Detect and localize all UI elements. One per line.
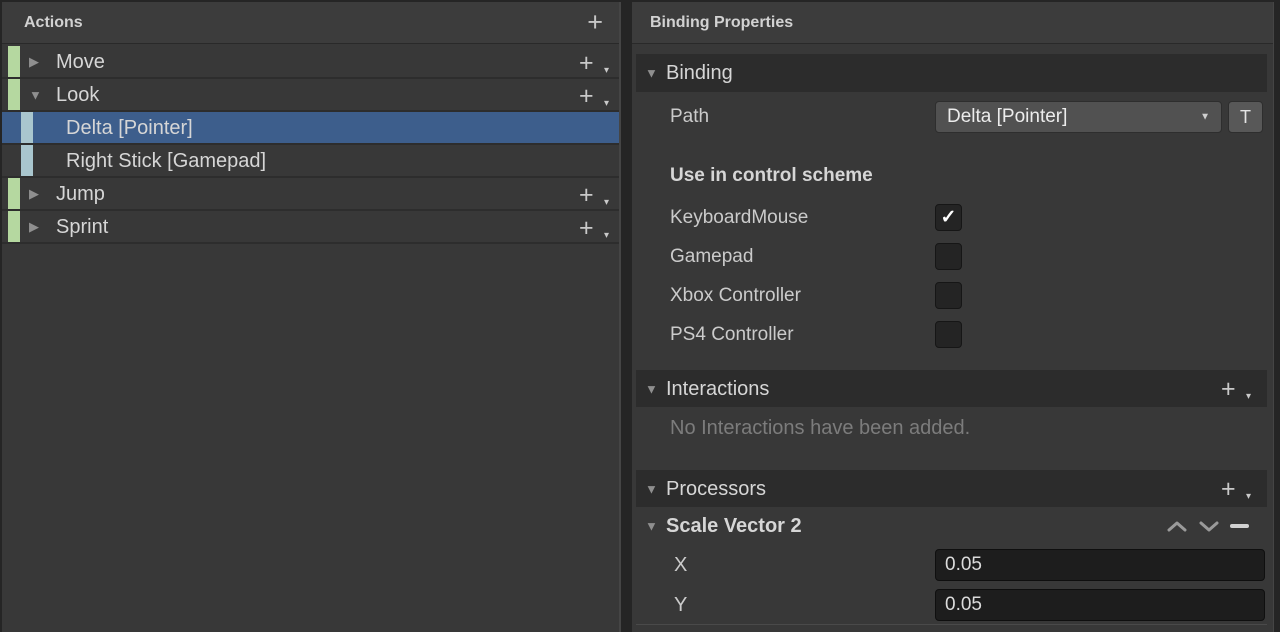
processors-section-title: Processors — [666, 470, 766, 508]
add-processor-button[interactable]: + ▾ — [1221, 474, 1247, 504]
add-binding-button[interactable]: + ▾ — [579, 81, 605, 111]
path-dropdown-value: Delta [Pointer] — [947, 102, 1067, 132]
binding-row-right-stick[interactable]: Right Stick [Gamepad] — [2, 145, 619, 178]
move-up-icon[interactable] — [1166, 519, 1188, 534]
foldout-expanded-icon[interactable]: ▼ — [645, 519, 658, 534]
add-binding-button[interactable]: + ▾ — [579, 48, 605, 78]
foldout-expanded-icon[interactable]: ▼ — [29, 87, 42, 102]
add-binding-button[interactable]: + ▾ — [579, 180, 605, 210]
plus-icon: + — [1221, 374, 1236, 404]
binding-color-stripe — [21, 145, 33, 176]
action-color-stripe — [8, 178, 20, 209]
x-field-label: X — [674, 549, 687, 581]
foldout-expanded-icon[interactable]: ▼ — [645, 381, 658, 396]
processor-scale-vector-2-header[interactable]: ▼ Scale Vector 2 — [636, 508, 1267, 544]
control-scheme-heading: Use in control scheme — [670, 165, 873, 187]
panel-bottom-divider — [636, 624, 1267, 625]
foldout-collapsed-icon[interactable]: ▶ — [29, 186, 39, 202]
caret-down-icon: ▾ — [604, 197, 609, 208]
foldout-collapsed-icon[interactable]: ▶ — [29, 54, 39, 70]
panel-splitter[interactable] — [619, 2, 621, 632]
action-row-jump[interactable]: ▶ Jump + ▾ — [2, 178, 619, 211]
actions-list: ▶ Move + ▾ ▼ Look + ▾ Delta [Pointer] Ri… — [2, 46, 619, 244]
action-label: Move — [56, 46, 105, 79]
action-color-stripe — [8, 46, 20, 77]
add-action-button[interactable]: + — [587, 2, 603, 44]
y-field-label: Y — [674, 589, 687, 621]
move-down-icon[interactable] — [1198, 519, 1220, 534]
checkbox-xbox-controller[interactable] — [935, 282, 962, 309]
interactions-empty-message: No Interactions have been added. — [670, 417, 970, 440]
checkbox-keyboardmouse[interactable]: ✓ — [935, 204, 962, 231]
scheme-label-keyboardmouse: KeyboardMouse — [670, 204, 808, 231]
actions-panel: Actions + ▶ Move + ▾ ▼ Look + ▾ Delta [P… — [2, 2, 619, 632]
add-binding-button[interactable]: + ▾ — [579, 213, 605, 243]
scheme-label-gamepad: Gamepad — [670, 243, 753, 270]
action-row-move[interactable]: ▶ Move + ▾ — [2, 46, 619, 79]
binding-label: Delta [Pointer] — [66, 112, 193, 145]
processors-section-header[interactable]: ▼ Processors + ▾ — [636, 470, 1267, 507]
action-color-stripe — [8, 211, 20, 242]
plus-icon: + — [1221, 474, 1236, 504]
scheme-label-xbox-controller: Xbox Controller — [670, 282, 801, 309]
plus-icon: + — [579, 213, 594, 243]
binding-color-stripe — [21, 112, 33, 143]
binding-row-delta-pointer[interactable]: Delta [Pointer] — [2, 112, 619, 145]
interactions-section-title: Interactions — [666, 370, 769, 408]
scheme-label-ps4-controller: PS4 Controller — [670, 321, 794, 348]
plus-icon: + — [579, 81, 594, 111]
checkmark-icon: ✓ — [941, 207, 957, 228]
remove-processor-button[interactable] — [1229, 518, 1251, 534]
plus-icon: + — [579, 48, 594, 78]
actions-panel-header: Actions + — [2, 2, 619, 44]
y-value-input[interactable] — [935, 589, 1265, 621]
checkbox-ps4-controller[interactable] — [935, 321, 962, 348]
path-dropdown[interactable]: Delta [Pointer] ▼ — [935, 101, 1222, 133]
foldout-collapsed-icon[interactable]: ▶ — [29, 219, 39, 235]
action-row-sprint[interactable]: ▶ Sprint + ▾ — [2, 211, 619, 244]
binding-section-title: Binding — [666, 54, 733, 92]
action-label: Look — [56, 79, 99, 112]
binding-properties-header: Binding Properties — [632, 2, 1273, 44]
actions-panel-title: Actions — [24, 2, 83, 44]
foldout-expanded-icon[interactable]: ▼ — [645, 66, 658, 81]
caret-down-icon: ▾ — [604, 65, 609, 76]
caret-down-icon: ▾ — [1246, 491, 1251, 502]
action-color-stripe — [8, 79, 20, 110]
caret-down-icon: ▾ — [1246, 391, 1251, 402]
minus-icon — [1230, 524, 1249, 528]
action-label: Jump — [56, 178, 105, 211]
binding-section-header[interactable]: ▼ Binding — [636, 54, 1267, 92]
path-text-mode-button[interactable]: T — [1228, 101, 1263, 133]
foldout-expanded-icon[interactable]: ▼ — [645, 481, 658, 496]
checkbox-gamepad[interactable] — [935, 243, 962, 270]
path-label: Path — [670, 101, 709, 133]
action-label: Sprint — [56, 211, 108, 244]
binding-properties-panel: Binding Properties ▼ Binding Path Delta … — [632, 2, 1274, 632]
binding-properties-title: Binding Properties — [650, 2, 793, 44]
binding-label: Right Stick [Gamepad] — [66, 145, 266, 178]
caret-down-icon: ▾ — [604, 98, 609, 109]
action-row-look[interactable]: ▼ Look + ▾ — [2, 79, 619, 112]
caret-down-icon: ▾ — [604, 230, 609, 241]
plus-icon: + — [579, 180, 594, 210]
processor-title: Scale Vector 2 — [666, 508, 802, 544]
dropdown-arrow-icon: ▼ — [1200, 112, 1210, 123]
add-interaction-button[interactable]: + ▾ — [1221, 374, 1247, 404]
x-value-input[interactable] — [935, 549, 1265, 581]
interactions-section-header[interactable]: ▼ Interactions + ▾ — [636, 370, 1267, 407]
